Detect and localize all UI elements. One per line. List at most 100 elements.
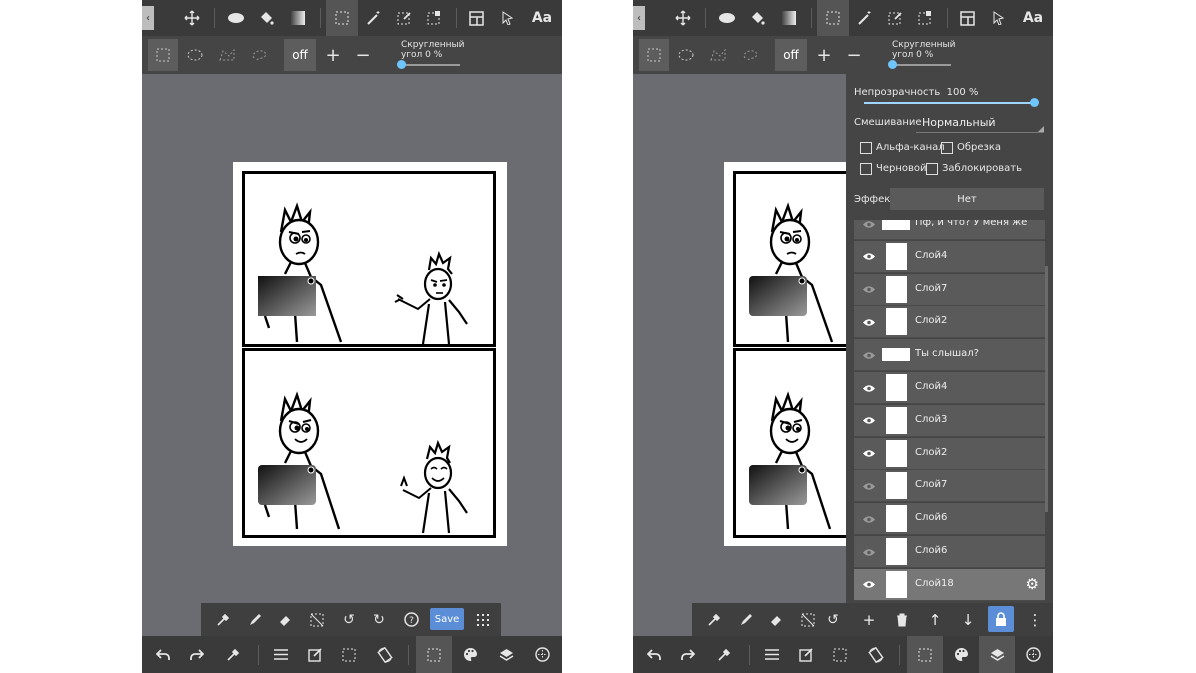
ellipse-select-icon[interactable] (671, 39, 701, 71)
polygon-select-icon[interactable] (212, 39, 242, 71)
eye-visibility-icon[interactable] (862, 349, 876, 361)
palette-icon[interactable] (945, 636, 977, 673)
layer-list-scrollbar[interactable] (1045, 266, 1048, 512)
opacity-slider-handle[interactable] (1030, 98, 1039, 107)
gradient-tool-icon[interactable] (284, 0, 312, 36)
palette-icon[interactable] (454, 636, 486, 673)
collapse-arrow-icon[interactable]: ‹ (633, 6, 645, 30)
menu-icon[interactable] (266, 636, 296, 673)
add-selection-button[interactable]: + (811, 39, 837, 71)
selection-mode-icon[interactable] (907, 636, 943, 673)
blend-mode-select[interactable]: Нормальный (916, 112, 1044, 133)
layer-row[interactable]: Слой3 (854, 404, 1045, 437)
eraser-icon[interactable] (271, 603, 299, 636)
antialias-off-button[interactable]: off (775, 39, 807, 71)
eye-visibility-icon[interactable] (862, 579, 876, 591)
ellipse-tool-icon[interactable] (713, 0, 741, 36)
layer-row[interactable]: Слой2 (854, 306, 1045, 339)
select-eraser-icon[interactable] (911, 0, 939, 36)
help-icon[interactable]: ? (397, 603, 425, 636)
eye-visibility-icon[interactable] (862, 480, 876, 492)
effect-button[interactable]: Нет (890, 188, 1044, 210)
antialias-off-button[interactable]: off (284, 39, 316, 71)
eye-visibility-icon[interactable] (862, 546, 876, 558)
layer-row[interactable]: Слой7 (854, 273, 1045, 306)
material-icon[interactable] (526, 636, 558, 673)
rect-select-icon[interactable] (639, 39, 669, 71)
selection-mode-icon[interactable] (416, 636, 452, 673)
redo-icon[interactable] (182, 636, 212, 673)
alpha-lock-checkbox[interactable] (860, 142, 872, 154)
layer-row[interactable]: Слой18 ⚙ (854, 568, 1045, 601)
draft-checkbox[interactable] (860, 163, 872, 175)
magic-wand-icon[interactable] (360, 0, 388, 36)
layers-icon[interactable] (490, 636, 522, 673)
move-tool-icon[interactable] (669, 0, 697, 36)
move-tool-icon[interactable] (178, 0, 206, 36)
eyedropper-icon[interactable] (209, 603, 237, 636)
undo-rotate-icon[interactable]: ↺ (335, 603, 363, 636)
lasso-select-icon[interactable] (244, 39, 274, 71)
layer-row[interactable]: Слой4 (854, 240, 1045, 273)
rotate-canvas-icon[interactable] (861, 636, 891, 673)
select-pen-icon[interactable] (390, 0, 418, 36)
select-rect-tool-icon[interactable] (817, 0, 849, 36)
selection-icon[interactable] (334, 636, 364, 673)
eye-visibility-icon[interactable] (862, 382, 876, 394)
bottom-eyedropper-icon[interactable] (218, 636, 248, 673)
opacity-slider[interactable] (864, 102, 1034, 104)
eyedropper-icon[interactable] (700, 603, 728, 636)
rotate-canvas-icon[interactable] (370, 636, 400, 673)
text-tool-icon[interactable]: Aa (526, 0, 558, 36)
subtract-selection-button[interactable]: − (841, 39, 867, 71)
layer-row[interactable]: Пф, и что? У меня же (854, 220, 1045, 240)
rounded-corner-slider-handle[interactable] (888, 60, 897, 69)
fill-bucket-icon[interactable] (743, 0, 771, 36)
eye-visibility-icon[interactable] (862, 316, 876, 328)
select-eraser-icon[interactable] (420, 0, 448, 36)
eye-visibility-icon[interactable] (862, 415, 876, 427)
add-layer-icon[interactable]: + (854, 603, 884, 636)
frame-tool-icon[interactable] (462, 0, 490, 36)
eye-visibility-icon[interactable] (862, 220, 876, 230)
menu-icon[interactable] (757, 636, 787, 673)
eye-visibility-icon[interactable] (862, 284, 876, 296)
redo-rotate-icon[interactable]: ↻ (365, 603, 393, 636)
layer-row[interactable]: Слой6 (854, 536, 1045, 568)
polygon-select-icon[interactable] (703, 39, 733, 71)
bottom-eyedropper-icon[interactable] (709, 636, 739, 673)
undo-icon[interactable] (148, 636, 178, 673)
grid-menu-icon[interactable] (469, 603, 497, 636)
edit-icon[interactable] (791, 636, 821, 673)
add-selection-button[interactable]: + (320, 39, 346, 71)
deselect-icon[interactable] (303, 603, 331, 636)
redo-icon[interactable] (673, 636, 703, 673)
text-tool-icon[interactable]: Aa (1017, 0, 1049, 36)
eraser-icon[interactable] (762, 603, 790, 636)
undo-icon[interactable] (639, 636, 669, 673)
save-button[interactable]: Save (430, 608, 464, 630)
layers-icon[interactable] (979, 636, 1015, 673)
more-options-icon[interactable]: ⋮ (1020, 603, 1050, 636)
canvas-page[interactable] (233, 162, 507, 546)
layer-settings-gear-icon[interactable]: ⚙ (1026, 575, 1039, 593)
material-icon[interactable] (1017, 636, 1049, 673)
rounded-corner-slider[interactable] (893, 64, 951, 66)
lock-layer-icon[interactable] (988, 606, 1014, 632)
frame-tool-icon[interactable] (953, 0, 981, 36)
magic-wand-icon[interactable] (851, 0, 879, 36)
pen-icon[interactable] (732, 603, 760, 636)
layer-row[interactable]: Ты слышал? (854, 339, 1045, 372)
move-layer-up-icon[interactable]: ↑ (920, 603, 950, 636)
lock-checkbox[interactable] (926, 163, 938, 175)
rect-select-icon[interactable] (148, 39, 178, 71)
eye-visibility-icon[interactable] (862, 513, 876, 525)
subtract-selection-button[interactable]: − (350, 39, 376, 71)
operation-cursor-icon[interactable] (494, 0, 522, 36)
select-rect-tool-icon[interactable] (326, 0, 358, 36)
selection-icon[interactable] (825, 636, 855, 673)
layer-row[interactable]: Слой2 (854, 437, 1045, 470)
eye-visibility-icon[interactable] (862, 251, 876, 263)
pen-icon[interactable] (241, 603, 269, 636)
layer-row[interactable]: Слой7 (854, 470, 1045, 503)
